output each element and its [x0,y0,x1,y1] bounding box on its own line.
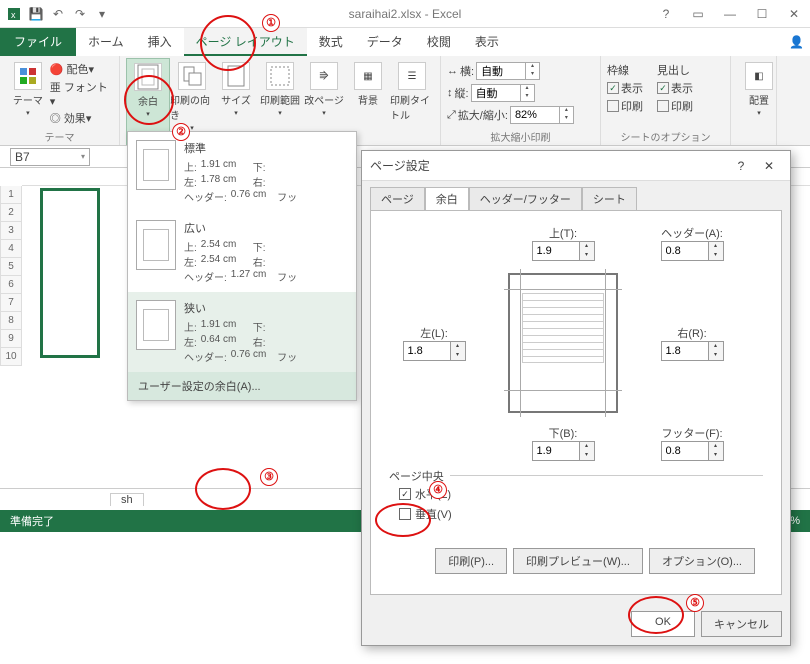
minimize-button[interactable]: — [714,2,746,26]
height-icon: ↕ [447,87,453,99]
breaks-icon: ⭆ [310,62,338,90]
window-title: saraihai2.xlsx - Excel [349,7,462,21]
top-margin-spinner[interactable]: ▴▾ [532,241,595,261]
margins-icon [134,63,162,91]
colors-button[interactable]: 🔴 配色▾ [50,61,113,77]
center-horizontal-checkbox[interactable]: 水平(Z) [399,486,763,502]
left-margin-label: 左(L): [403,325,466,341]
print-titles-icon: ☰ [398,62,426,90]
group-scale-title: 拡大縮小印刷 [447,128,594,145]
tab-insert[interactable]: 挿入 [136,28,184,56]
custom-margins-item[interactable]: ユーザー設定の余白(A)... [128,372,356,400]
headings-print-checkbox[interactable]: 印刷 [657,98,693,114]
sheet-tab[interactable]: sh [110,493,144,506]
bottom-margin-label: 下(B): [532,425,595,441]
help-icon[interactable]: ? [650,2,682,26]
header-margin-label: ヘッダー(A): [661,225,724,241]
themes-button[interactable]: テーマ▾ [6,58,50,128]
dialog-tabs: ページ 余白 ヘッダー/フッター シート [362,181,790,210]
tab-file[interactable]: ファイル [0,28,76,56]
center-legend: ページ中央 [389,468,450,484]
svg-text:x: x [11,10,16,20]
margins-dropdown: 標準 上:1.91 cm下: 左:1.78 cm右: ヘッダー:0.76 cm … [127,131,357,401]
signin-icon[interactable]: 👤 [789,35,804,49]
margin-preset-normal[interactable]: 標準 上:1.91 cm下: 左:1.78 cm右: ヘッダー:0.76 cm … [128,132,356,212]
tab-page-layout[interactable]: ページ レイアウト [184,28,307,56]
height-select[interactable]: ▴▾ [471,84,535,102]
tab-review[interactable]: 校閲 [415,28,463,56]
quick-access-toolbar: x 💾 ↶ ↷ ▾ [0,6,110,22]
margin-preset-narrow[interactable]: 狭い 上:1.91 cm下: 左:0.64 cm右: ヘッダー:0.76 cm … [128,292,356,372]
background-icon: ▦ [354,62,382,90]
name-box[interactable]: B7▾ [10,148,90,166]
gridlines-label: 枠線 [607,62,643,78]
arrange-button[interactable]: ◧ 配置▾ [737,58,781,117]
bottom-margin-spinner[interactable]: ▴▾ [532,441,595,461]
orientation-icon [178,62,206,90]
print-area-icon [266,62,294,90]
arrange-icon: ◧ [745,62,773,90]
cancel-button[interactable]: キャンセル [701,611,782,637]
dialog-title: ページ設定 [370,157,430,174]
dialog-close-button[interactable]: ✕ [756,159,782,173]
dialog-tab-margins[interactable]: 余白 [425,187,469,210]
status-text: 準備完了 [10,513,54,529]
gridlines-print-checkbox[interactable]: 印刷 [607,98,643,114]
preset-preview-icon [136,140,176,190]
ribbon-display-icon[interactable]: ▭ [682,2,714,26]
title-bar: x 💾 ↶ ↷ ▾ saraihai2.xlsx - Excel ? ▭ — ☐… [0,0,810,28]
save-icon[interactable]: 💾 [28,6,44,22]
top-margin-label: 上(T): [532,225,595,241]
dialog-tab-page[interactable]: ページ [370,187,425,210]
dialog-tab-sheet[interactable]: シート [582,187,637,210]
scale-spinner[interactable]: ▴▾ [510,106,574,124]
footer-margin-label: フッター(F): [661,425,724,441]
preset-preview-icon [136,300,176,350]
maximize-button[interactable]: ☐ [746,2,778,26]
print-preview-button[interactable]: 印刷プレビュー(W)... [513,548,643,574]
right-margin-spinner[interactable]: ▴▾ [661,341,724,361]
selection-box [40,188,100,358]
dialog-help-button[interactable]: ? [728,159,754,173]
tab-home[interactable]: ホーム [76,28,136,56]
print-titles-button[interactable]: ☰ 印刷タイトル [390,58,434,145]
ribbon-tab-strip: ファイル ホーム 挿入 ページ レイアウト 数式 データ 校閲 表示 👤 [0,28,810,56]
group-themes-title: テーマ [6,128,113,145]
options-button[interactable]: オプション(O)... [649,548,755,574]
header-margin-spinner[interactable]: ▴▾ [661,241,724,261]
left-margin-spinner[interactable]: ▴▾ [403,341,466,361]
gridlines-view-checkbox[interactable]: 表示 [607,80,643,96]
preset-preview-icon [136,220,176,270]
page-preview [508,273,618,413]
page-setup-dialog: ページ設定 ? ✕ ページ 余白 ヘッダー/フッター シート 上(T): ▴▾ … [361,150,791,646]
fonts-button[interactable]: 亜 フォント▾ [50,79,113,108]
size-icon [222,62,250,90]
tab-formulas[interactable]: 数式 [307,28,355,56]
right-margin-label: 右(R): [661,325,724,341]
margin-preset-wide[interactable]: 広い 上:2.54 cm下: 左:2.54 cm右: ヘッダー:1.27 cm … [128,212,356,292]
excel-icon: x [6,6,22,22]
redo-icon[interactable]: ↷ [72,6,88,22]
headings-view-checkbox[interactable]: 表示 [657,80,693,96]
center-vertical-checkbox[interactable]: 垂直(V) [399,506,763,522]
close-button[interactable]: ✕ [778,2,810,26]
qat-more-icon[interactable]: ▾ [94,6,110,22]
ribbon-body: テーマ▾ 🔴 配色▾ 亜 フォント▾ ◎ 効果▾ テーマ 余白▾ 印刷の向き▾ … [0,56,810,146]
effects-button[interactable]: ◎ 効果▾ [50,110,113,126]
print-button[interactable]: 印刷(P)... [435,548,507,574]
tab-data[interactable]: データ [355,28,415,56]
themes-icon [14,62,42,90]
ok-button[interactable]: OK [631,611,695,637]
group-sheetopt-title: シートのオプション [607,128,724,145]
footer-margin-spinner[interactable]: ▴▾ [661,441,724,461]
row-headers[interactable]: 12345678910 [0,186,22,366]
tab-view[interactable]: 表示 [463,28,511,56]
headings-label: 見出し [657,62,693,78]
undo-icon[interactable]: ↶ [50,6,66,22]
width-icon: ↔ [447,65,458,77]
dialog-tab-headerfooter[interactable]: ヘッダー/フッター [469,187,582,210]
width-select[interactable]: ▴▾ [476,62,540,80]
scale-icon: ⤢ [447,109,456,122]
